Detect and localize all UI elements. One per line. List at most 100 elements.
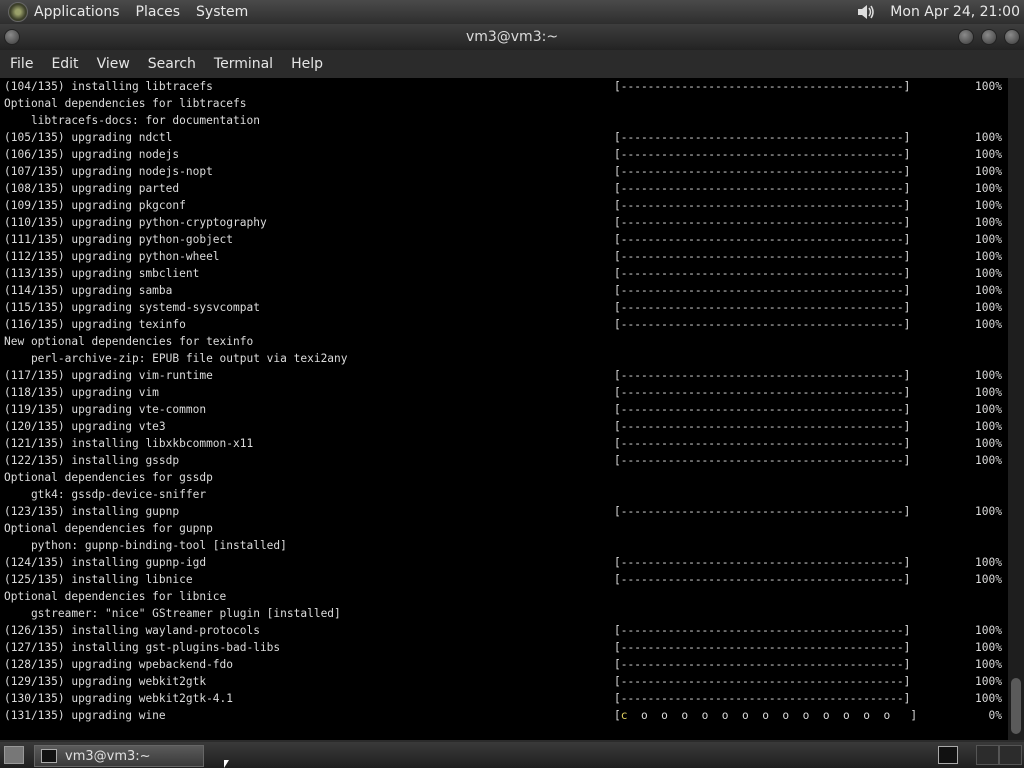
terminal-line: New optional dependencies for texinfo xyxy=(4,333,1004,350)
progress-percent: 100% xyxy=(975,216,1002,229)
terminal-line-text: (113/135) upgrading smbclient xyxy=(4,267,200,280)
progress-bar: [---------------------------------------… xyxy=(614,165,911,178)
terminal-line-text: (125/135) installing libnice xyxy=(4,573,193,586)
task-label: vm3@vm3:~ xyxy=(65,748,151,764)
terminal-line: (131/135) upgrading wine [c o o o o o o o… xyxy=(4,707,1004,724)
progress-percent: 100% xyxy=(975,148,1002,161)
window-menu-icon[interactable] xyxy=(4,29,20,45)
workspace-switcher[interactable] xyxy=(976,745,1022,765)
menu-edit[interactable]: Edit xyxy=(51,56,78,72)
menu-search[interactable]: Search xyxy=(148,56,196,72)
terminal-line: (125/135) installing libnice [-----------… xyxy=(4,571,1004,588)
progress-bar: [---------------------------------------… xyxy=(614,454,911,467)
terminal-line: gstreamer: "nice" GStreamer plugin [inst… xyxy=(4,605,1004,622)
terminal-line-text: (128/135) upgrading wpebackend-fdo xyxy=(4,658,234,671)
show-desktop-icon[interactable] xyxy=(4,746,24,764)
terminal-line-text: (115/135) upgrading systemd-sysvcompat xyxy=(4,301,260,314)
terminal-line-text: perl-archive-zip: EPUB file output via t… xyxy=(4,352,348,365)
terminal-line-text: New optional dependencies for texinfo xyxy=(4,335,254,348)
terminal-output[interactable]: (104/135) installing libtracefs [--------… xyxy=(0,78,1008,740)
terminal-line-text: (122/135) installing gssdp xyxy=(4,454,180,467)
close-icon[interactable] xyxy=(1004,29,1020,45)
terminal-line-text: (129/135) upgrading webkit2gtk xyxy=(4,675,207,688)
progress-bar: [---------------------------------------… xyxy=(614,182,911,195)
progress-bar: [---------------------------------------… xyxy=(614,148,911,161)
terminal-line: (107/135) upgrading nodejs-nopt [--------… xyxy=(4,163,1004,180)
progress-bar: [---------------------------------------… xyxy=(614,420,911,433)
pacman-icon: c xyxy=(620,709,628,722)
progress-bar: [---------------------------------------… xyxy=(614,80,911,93)
applications-menu[interactable]: Applications xyxy=(34,4,120,20)
progress-bar: [---------------------------------------… xyxy=(614,318,911,331)
places-menu[interactable]: Places xyxy=(136,4,181,20)
terminal-line: libtracefs-docs: for documentation xyxy=(4,112,1004,129)
terminal-line-text: (114/135) upgrading samba xyxy=(4,284,173,297)
workspace-1[interactable] xyxy=(976,745,999,765)
progress-percent: 100% xyxy=(975,420,1002,433)
top-panel: Applications Places System Mon Apr 24, 2… xyxy=(0,0,1024,24)
window-titlebar[interactable]: vm3@vm3:~ xyxy=(0,24,1024,50)
terminal-line-text: gtk4: gssdp-device-sniffer xyxy=(4,488,207,501)
terminal-line: python: gupnp-binding-tool [installed] xyxy=(4,537,1004,554)
progress-percent: 100% xyxy=(975,301,1002,314)
terminal-line: (129/135) upgrading webkit2gtk [---------… xyxy=(4,673,1004,690)
terminal-line: (126/135) installing wayland-protocols [-… xyxy=(4,622,1004,639)
progress-bar: [---------------------------------------… xyxy=(614,369,911,382)
terminal-line-text: (111/135) upgrading python-gobject xyxy=(4,233,234,246)
menu-file[interactable]: File xyxy=(10,56,33,72)
terminal-line: (110/135) upgrading python-cryptography [… xyxy=(4,214,1004,231)
terminal-line: (115/135) upgrading systemd-sysvcompat [-… xyxy=(4,299,1004,316)
progress-bar: [---------------------------------------… xyxy=(614,250,911,263)
terminal-line: (111/135) upgrading python-gobject [-----… xyxy=(4,231,1004,248)
progress-percent: 0% xyxy=(988,709,1002,722)
terminal-line-text: (106/135) upgrading nodejs xyxy=(4,148,180,161)
progress-percent: 100% xyxy=(975,318,1002,331)
progress-bar: [---------------------------------------… xyxy=(614,658,911,671)
workspace-2[interactable] xyxy=(999,745,1022,765)
maximize-icon[interactable] xyxy=(981,29,997,45)
menu-terminal[interactable]: Terminal xyxy=(214,56,273,72)
progress-bar: [---------------------------------------… xyxy=(614,216,911,229)
terminal-line: (113/135) upgrading smbclient [----------… xyxy=(4,265,1004,282)
terminal-line: (105/135) upgrading ndctl [--------------… xyxy=(4,129,1004,146)
progress-bar: [---------------------------------------… xyxy=(614,641,911,654)
progress-percent: 100% xyxy=(975,250,1002,263)
progress-percent: 100% xyxy=(975,182,1002,195)
progress-bar: [---------------------------------------… xyxy=(614,301,911,314)
clock[interactable]: Mon Apr 24, 21:00 xyxy=(890,4,1020,20)
progress-bar: [---------------------------------------… xyxy=(614,267,911,280)
menu-help[interactable]: Help xyxy=(291,56,323,72)
terminal-line-text: (119/135) upgrading vte-common xyxy=(4,403,207,416)
terminal-line-text: Optional dependencies for libnice xyxy=(4,590,227,603)
terminal-line-text: (104/135) installing libtracefs xyxy=(4,80,213,93)
scrollbar-thumb[interactable] xyxy=(1011,678,1021,734)
gnome-foot-icon[interactable] xyxy=(8,2,28,22)
terminal-line: (128/135) upgrading wpebackend-fdo [-----… xyxy=(4,656,1004,673)
terminal-line-text: (109/135) upgrading pkgconf xyxy=(4,199,186,212)
terminal-line: (104/135) installing libtracefs [--------… xyxy=(4,78,1004,95)
minimize-icon[interactable] xyxy=(958,29,974,45)
terminal-line: (122/135) installing gssdp [-------------… xyxy=(4,452,1004,469)
terminal-line: (124/135) installing gupnp-igd [---------… xyxy=(4,554,1004,571)
progress-bar: [---------------------------------------… xyxy=(614,437,911,450)
volume-icon[interactable] xyxy=(856,3,878,21)
terminal-scrollbar[interactable] xyxy=(1008,78,1024,740)
terminal-line: Optional dependencies for libnice xyxy=(4,588,1004,605)
terminal-line-text: (130/135) upgrading webkit2gtk-4.1 xyxy=(4,692,234,705)
terminal-line-text: (117/135) upgrading vim-runtime xyxy=(4,369,213,382)
progress-bar: [---------------------------------------… xyxy=(614,573,911,586)
tray-terminal-icon[interactable] xyxy=(938,746,958,764)
progress-percent: 100% xyxy=(975,454,1002,467)
terminal-line-text: (112/135) upgrading python-wheel xyxy=(4,250,220,263)
menu-view[interactable]: View xyxy=(97,56,130,72)
taskbar-button-terminal[interactable]: vm3@vm3:~ xyxy=(34,745,204,767)
terminal-line-text: (120/135) upgrading vte3 xyxy=(4,420,166,433)
system-menu[interactable]: System xyxy=(196,4,248,20)
terminal-line: Optional dependencies for libtracefs xyxy=(4,95,1004,112)
terminal-line-text: (107/135) upgrading nodejs-nopt xyxy=(4,165,213,178)
window-title: vm3@vm3:~ xyxy=(465,29,559,45)
terminal-line: (112/135) upgrading python-wheel [-------… xyxy=(4,248,1004,265)
terminal-line: (119/135) upgrading vte-common [---------… xyxy=(4,401,1004,418)
terminal-line-text: (126/135) installing wayland-protocols xyxy=(4,624,260,637)
terminal-line: (118/135) upgrading vim [----------------… xyxy=(4,384,1004,401)
